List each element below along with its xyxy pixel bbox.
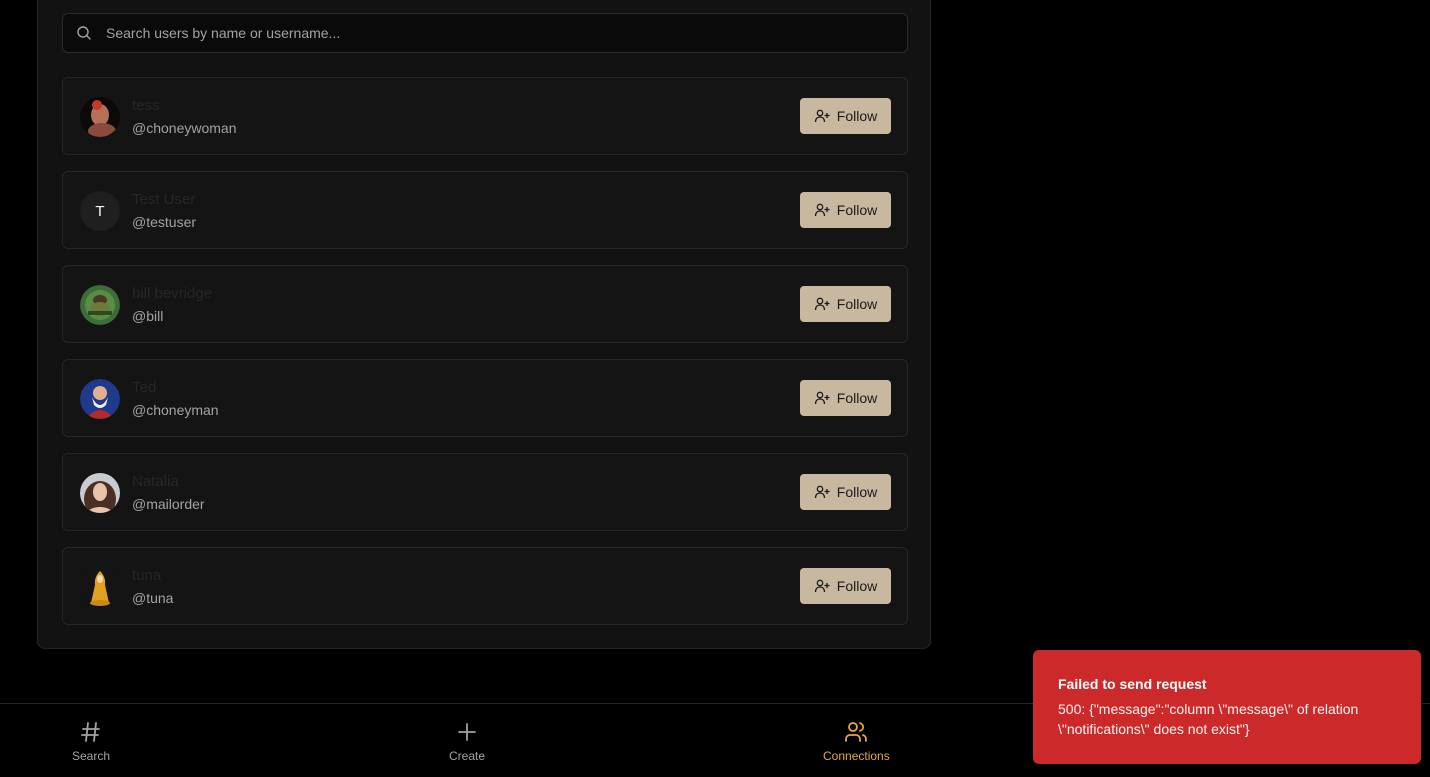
user-plus-icon <box>814 391 830 405</box>
user-card: T Test User @testuser Follow <box>62 171 908 249</box>
nav-search[interactable]: Search <box>72 720 110 763</box>
avatar[interactable] <box>80 473 120 513</box>
toast-message: 500: {"message":"column \"message\" of r… <box>1058 701 1359 737</box>
user-card: tess @choneywoman Follow <box>62 77 908 155</box>
user-username: @bill <box>132 308 164 324</box>
users-icon <box>845 722 868 742</box>
avatar[interactable] <box>80 97 120 137</box>
follow-label: Follow <box>836 390 878 406</box>
user-username: @mailorder <box>132 496 205 512</box>
user-display-name: bill bevridge <box>132 285 213 302</box>
follow-button[interactable]: Follow <box>800 192 891 228</box>
user-username: @choneywoman <box>132 120 237 136</box>
hash-icon <box>81 722 100 742</box>
follow-button[interactable]: Follow <box>800 568 891 604</box>
search-input[interactable] <box>104 24 907 42</box>
user-plus-icon <box>814 579 830 593</box>
user-display-name: Test User <box>132 191 196 208</box>
nav-connections[interactable]: Connections <box>823 720 890 763</box>
user-plus-icon <box>814 485 830 499</box>
user-display-name: tuna <box>132 567 162 584</box>
nav-search-label: Search <box>72 749 111 763</box>
nav-connections-label: Connections <box>823 749 890 763</box>
user-username: @tuna <box>132 590 174 606</box>
follow-button[interactable]: Follow <box>800 474 891 510</box>
avatar[interactable] <box>80 567 120 607</box>
follow-label: Follow <box>836 296 878 312</box>
error-toast[interactable]: Failed to send request 500: {"message":"… <box>1033 650 1421 764</box>
follow-button[interactable]: Follow <box>800 286 891 322</box>
avatar[interactable]: T <box>80 191 120 231</box>
user-display-name: Ted <box>132 379 157 396</box>
follow-label: Follow <box>836 108 878 124</box>
follow-button[interactable]: Follow <box>800 380 891 416</box>
toast-title: Failed to send request <box>1058 676 1207 692</box>
user-plus-icon <box>814 203 830 217</box>
nav-create[interactable]: Create <box>449 720 485 763</box>
user-display-name: tess <box>132 97 160 114</box>
user-display-name: Natalia <box>132 473 179 490</box>
follow-button[interactable]: Follow <box>800 98 891 134</box>
follow-label: Follow <box>836 202 878 218</box>
user-card: Natalia @mailorder Follow <box>62 453 908 531</box>
user-card: tuna @tuna Follow <box>62 547 908 625</box>
search-icon <box>76 25 92 41</box>
search-field[interactable] <box>62 13 908 53</box>
avatar-initial: T <box>95 202 105 220</box>
avatar[interactable] <box>80 379 120 419</box>
user-card: Ted @choneyman Follow <box>62 359 908 437</box>
plus-icon <box>458 723 476 741</box>
follow-label: Follow <box>836 484 878 500</box>
user-username: @choneyman <box>132 402 219 418</box>
avatar[interactable] <box>80 285 120 325</box>
user-plus-icon <box>814 109 830 123</box>
user-username: @testuser <box>132 214 197 230</box>
follow-label: Follow <box>836 578 878 594</box>
user-plus-icon <box>814 297 830 311</box>
user-card: bill bevridge @bill Follow <box>62 265 908 343</box>
nav-create-label: Create <box>449 749 486 763</box>
